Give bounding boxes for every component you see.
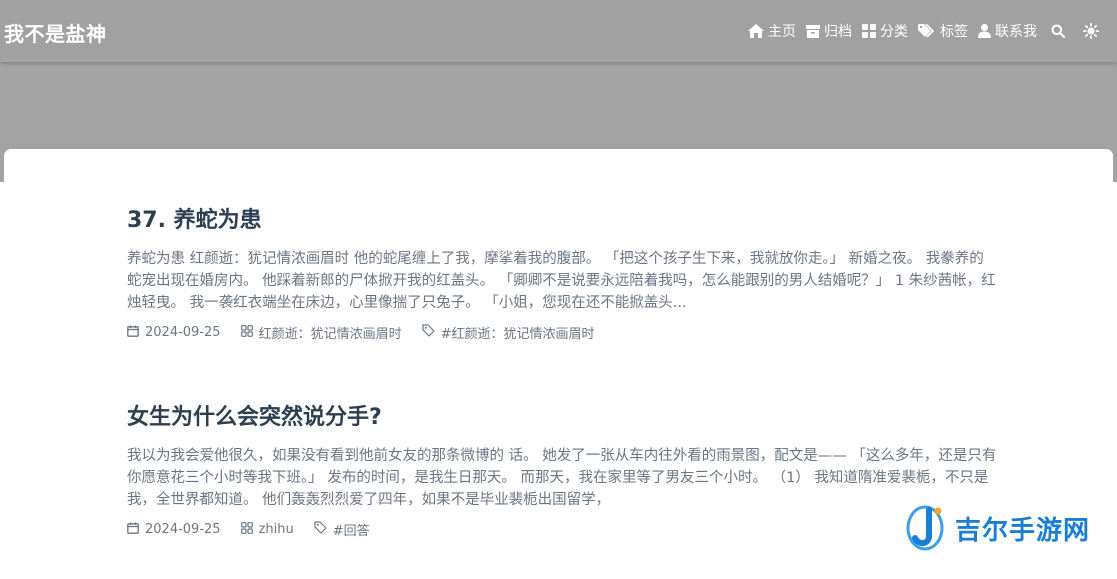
site-title[interactable]: 我不是盐神 <box>4 18 107 47</box>
nav-label-archive: 归档 <box>824 24 852 40</box>
post-category-link[interactable]: zhihu <box>240 521 294 538</box>
post-tag-text: #红颜逝：犹记情浓画眉时 <box>440 327 595 342</box>
nav-label-tags: 标签 <box>940 24 968 40</box>
nav-item-home[interactable]: 主页 <box>748 21 796 41</box>
search-button[interactable] <box>1047 24 1069 38</box>
post-date-text: 2024-09-25 <box>145 325 221 340</box>
top-navbar: 我不是盐神 主页 归档 分类 标签 联系我 <box>0 0 1117 62</box>
nav-label-home: 主页 <box>768 24 796 40</box>
tags-icon <box>918 24 936 38</box>
nav-item-tags[interactable]: 标签 <box>918 21 968 41</box>
post-excerpt: 养蛇为患 红颜逝：犹记情浓画眉时 他的蛇尾缠上了我，摩挲着我的腹部。 「把这个孩… <box>127 251 996 311</box>
nav-item-archive[interactable]: 归档 <box>806 21 852 41</box>
site-watermark: 吉尔手游网 <box>905 496 1117 561</box>
nav-label-category: 分类 <box>880 24 908 40</box>
post-date-text: 2024-09-25 <box>145 522 221 537</box>
user-icon <box>978 24 991 38</box>
post-item: 女生为什么会突然说分手? 我以为我会爱他很久，如果没有看到他前女友的那条微博的 … <box>127 403 997 539</box>
post-category-link[interactable]: 红颜逝：犹记情浓画眉时 <box>240 323 402 342</box>
archive-icon <box>806 24 820 38</box>
watermark-text: 吉尔手游网 <box>955 516 1091 546</box>
calendar-icon <box>127 522 139 538</box>
nav-item-contact[interactable]: 联系我 <box>978 21 1037 41</box>
post-title[interactable]: 女生为什么会突然说分手? <box>127 403 997 433</box>
post-category-text: zhihu <box>258 522 294 537</box>
nav-label-contact: 联系我 <box>995 24 1037 40</box>
home-icon <box>748 24 764 38</box>
watermark-logo <box>905 502 949 556</box>
category-icon <box>240 324 253 341</box>
post-title[interactable]: 37. 养蛇为患 <box>127 206 997 236</box>
post-meta: 2024-09-25 红颜逝：犹记情浓画眉时 #红颜逝：犹记情浓画眉时 <box>127 323 997 342</box>
post-category-text: 红颜逝：犹记情浓画眉时 <box>258 327 402 342</box>
category-icon <box>862 24 876 38</box>
search-icon <box>1051 24 1065 38</box>
post-tag-text: #回答 <box>332 524 370 539</box>
post-tag-link[interactable]: #红颜逝：犹记情浓画眉时 <box>421 323 595 342</box>
post-item: 37. 养蛇为患 养蛇为患 红颜逝：犹记情浓画眉时 他的蛇尾缠上了我，摩挲着我的… <box>127 206 997 342</box>
category-icon <box>240 521 253 538</box>
tag-icon <box>421 324 435 341</box>
calendar-icon <box>127 325 139 341</box>
post-date: 2024-09-25 <box>127 325 221 341</box>
tag-icon <box>314 521 327 538</box>
nav-item-category[interactable]: 分类 <box>862 21 908 41</box>
post-tag-link[interactable]: #回答 <box>314 520 370 539</box>
nav-menu: 主页 归档 分类 标签 联系我 <box>748 0 1103 62</box>
theme-toggle-button[interactable] <box>1079 23 1103 39</box>
post-meta: 2024-09-25 zhihu #回答 <box>127 520 997 539</box>
sun-icon <box>1083 23 1099 39</box>
post-excerpt: 我以为我会爱他很久，如果没有看到他前女友的那条微博的 话。 她发了一张从车内往外… <box>127 448 997 508</box>
post-date: 2024-09-25 <box>127 522 221 538</box>
